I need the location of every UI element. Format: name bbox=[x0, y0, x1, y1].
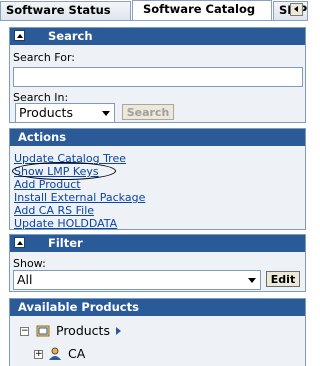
scroll-left-icon[interactable] bbox=[290, 3, 303, 16]
available-products-header: Available Products bbox=[10, 299, 305, 316]
tab-label: Software Catalog bbox=[143, 2, 256, 16]
edit-button-label: Edit bbox=[270, 273, 296, 286]
search-button-label: Search bbox=[126, 106, 170, 119]
panel-title: Actions bbox=[18, 130, 67, 144]
add-ca-rs-file-link[interactable]: Add CA RS File bbox=[14, 204, 94, 217]
tab-bar: Software Status Software Catalog SMP bbox=[0, 0, 308, 21]
chevron-down-icon bbox=[248, 278, 256, 283]
show-select[interactable]: All bbox=[13, 270, 261, 290]
show-value: All bbox=[17, 272, 33, 287]
actions-panel: Actions Update Catalog Tree Show LMP Key… bbox=[9, 128, 306, 230]
catalog-folder-icon bbox=[36, 324, 50, 337]
tab-software-catalog[interactable]: Software Catalog bbox=[132, 0, 272, 20]
search-for-input[interactable] bbox=[13, 67, 303, 87]
expand-node-icon[interactable]: + bbox=[34, 350, 43, 359]
filter-panel-header[interactable]: Filter bbox=[10, 235, 305, 252]
search-panel: Search Search For: Search In: Products S… bbox=[9, 27, 306, 123]
search-in-value: Products bbox=[19, 105, 73, 120]
submenu-arrow-icon[interactable] bbox=[116, 327, 121, 335]
edit-button[interactable]: Edit bbox=[266, 271, 300, 287]
tab-label: Software Status bbox=[6, 3, 111, 17]
update-holddata-link[interactable]: Update HOLDDATA bbox=[14, 217, 117, 230]
available-products-panel: Available Products − Products + CA bbox=[9, 298, 306, 366]
tree-node-label: CA bbox=[68, 346, 86, 361]
show-lmp-keys-link[interactable]: Show LMP Keys bbox=[12, 162, 116, 180]
tree-node-label: Products bbox=[56, 323, 110, 338]
search-for-label: Search For: bbox=[13, 51, 75, 64]
panel-title: Search bbox=[48, 29, 93, 43]
panel-title: Filter bbox=[48, 236, 83, 250]
search-in-select[interactable]: Products bbox=[15, 103, 115, 123]
add-product-link[interactable]: Add Product bbox=[14, 178, 81, 191]
search-panel-header[interactable]: Search bbox=[10, 28, 305, 45]
collapse-node-icon[interactable]: − bbox=[20, 327, 29, 336]
panel-title: Available Products bbox=[18, 300, 139, 314]
collapse-icon[interactable] bbox=[14, 30, 25, 41]
search-button[interactable]: Search bbox=[122, 104, 174, 120]
chevron-down-icon bbox=[102, 111, 110, 116]
collapse-icon[interactable] bbox=[14, 237, 25, 248]
install-external-package-link[interactable]: Install External Package bbox=[14, 191, 145, 204]
tab-software-status[interactable]: Software Status bbox=[0, 1, 131, 20]
show-label: Show: bbox=[13, 257, 46, 270]
actions-panel-header: Actions bbox=[10, 129, 305, 146]
person-icon bbox=[48, 347, 62, 360]
filter-panel: Filter Show: All Edit bbox=[9, 234, 306, 292]
